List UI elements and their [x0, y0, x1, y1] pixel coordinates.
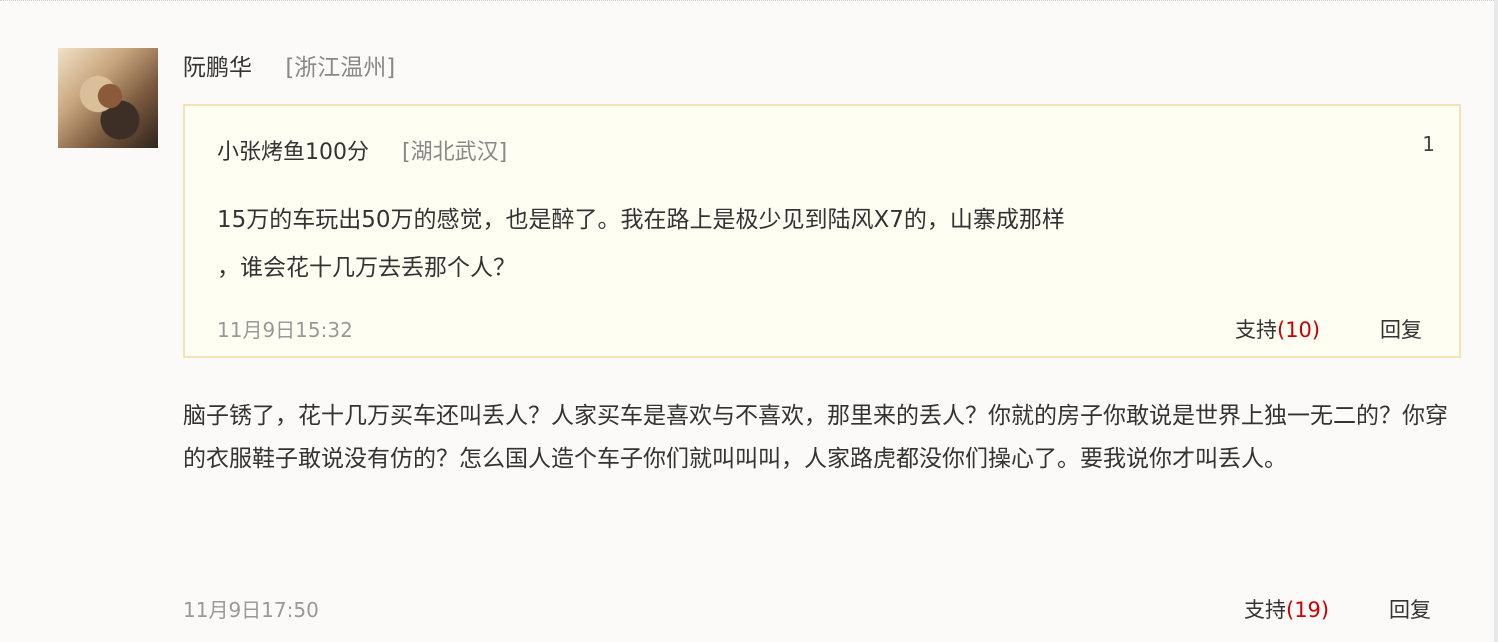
- quoted-reply-button[interactable]: 回复: [1380, 314, 1422, 344]
- top-divider: [0, 0, 1498, 1]
- quoted-user-location: [湖北武汉]: [402, 140, 508, 165]
- comment-timestamp: 11月9日17:50: [183, 598, 319, 622]
- comment-text: 脑子锈了，花十几万买车还叫丢人？人家买车是喜欢与不喜欢，那里来的丢人？你就的房子…: [183, 403, 1448, 472]
- comment-header: 阮鹏华 [浙江温州]: [183, 52, 395, 84]
- support-button[interactable]: 支持(19): [1244, 594, 1329, 624]
- scrollbar[interactable]: [1494, 0, 1498, 642]
- floor-number: 1: [1422, 132, 1435, 156]
- support-count: (19): [1286, 598, 1330, 622]
- quoted-support-label: 支持: [1235, 318, 1277, 342]
- avatar[interactable]: [58, 48, 158, 148]
- user-name[interactable]: 阮鹏华: [183, 55, 252, 81]
- quoted-text-line1: 15万的车玩出50万的感觉，也是醉了。我在路上是极少见到陆风X7的，山寨成那样: [217, 207, 1065, 233]
- quoted-user-name[interactable]: 小张烤鱼100分: [217, 140, 369, 165]
- quoted-comment: 小张烤鱼100分 [湖北武汉] 1 15万的车玩出50万的感觉，也是醉了。我在路…: [183, 104, 1461, 358]
- reply-button[interactable]: 回复: [1389, 594, 1431, 624]
- quoted-support-count: (10): [1277, 318, 1321, 342]
- quoted-timestamp: 11月9日15:32: [217, 318, 353, 342]
- quoted-text-line2: ，谁会花十几万去丢那个人？: [217, 255, 516, 281]
- quoted-text: 15万的车玩出50万的感觉，也是醉了。我在路上是极少见到陆风X7的，山寨成那样 …: [217, 196, 1257, 292]
- user-location: [浙江温州]: [285, 55, 396, 81]
- quoted-support-button[interactable]: 支持(10): [1235, 314, 1320, 344]
- support-label: 支持: [1244, 598, 1286, 622]
- quoted-header: 小张烤鱼100分 [湖北武汉]: [217, 137, 507, 169]
